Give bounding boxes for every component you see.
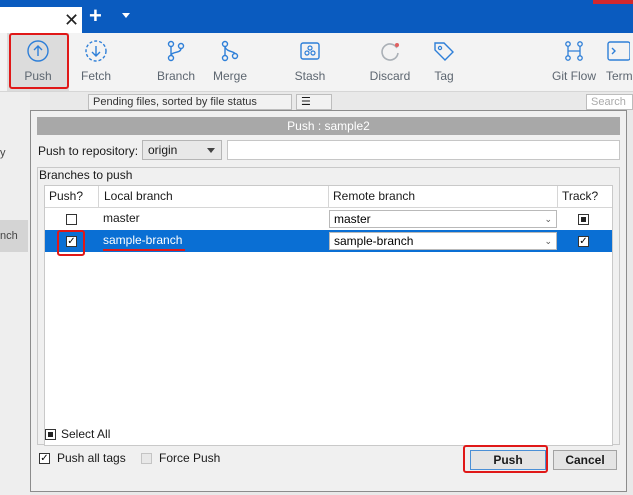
tag-label: Tag — [434, 69, 454, 83]
push-button[interactable]: Push — [7, 33, 69, 91]
gitflow-button[interactable]: Git Flow — [546, 33, 602, 91]
chevron-down-icon: ⌄ — [544, 214, 552, 224]
sidebar-text: y — [0, 147, 6, 159]
merge-button[interactable]: Merge — [204, 33, 256, 91]
cancel-button[interactable]: Cancel — [553, 450, 617, 470]
repo-select[interactable]: origin — [142, 140, 222, 160]
fetch-label: Fetch — [80, 69, 111, 83]
push-all-tags-label: Push all tags — [57, 451, 126, 465]
column-remote-branch[interactable]: Remote branch — [329, 186, 558, 207]
table-row[interactable]: master master ⌄ — [45, 208, 612, 230]
repo-tab[interactable]: ✕ — [0, 7, 82, 33]
tag-button[interactable]: Tag — [418, 33, 470, 91]
tag-icon — [434, 42, 454, 61]
remote-branch-value: master — [334, 212, 371, 226]
push-checkbox[interactable] — [66, 214, 77, 225]
stash-label: Stash — [294, 69, 326, 83]
annotation-highlight — [57, 230, 85, 256]
repo-url-field[interactable] — [227, 140, 620, 160]
sidebar: y nch — [0, 92, 30, 495]
file-sort-dropdown[interactable]: Pending files, sorted by file status — [88, 94, 292, 110]
discard-button[interactable]: Discard — [364, 33, 416, 91]
discard-icon — [381, 43, 399, 61]
push-dialog: Push : sample2 Push to repository: origi… — [30, 110, 627, 492]
window-close-edge[interactable] — [593, 0, 633, 4]
terminal-icon — [607, 41, 630, 61]
fetch-icon — [85, 40, 107, 62]
local-branch-name: sample-branch — [103, 233, 183, 247]
select-all-label: Select All — [61, 427, 111, 441]
view-menu-button[interactable]: ☰ — [296, 94, 332, 110]
repo-select-value: origin — [148, 143, 178, 157]
push-all-tags-checkbox[interactable]: ✓ — [39, 453, 50, 464]
force-push-checkbox[interactable] — [141, 453, 152, 464]
select-all-checkbox[interactable] — [45, 429, 56, 440]
remote-branch-value: sample-branch — [334, 234, 414, 248]
search-input[interactable]: Search — [586, 94, 633, 110]
branch-button[interactable]: Branch — [150, 33, 202, 91]
force-push-label: Force Push — [159, 451, 221, 465]
toolbar: Push Fetch Branch Merge Stash Discard Ta… — [0, 33, 633, 92]
branches-table: Push? Local branch Remote branch Track? … — [44, 185, 613, 446]
discard-label: Discard — [369, 69, 411, 83]
chevron-down-icon — [207, 148, 215, 153]
gitflow-label: Git Flow — [551, 69, 596, 83]
remote-branch-select[interactable]: sample-branch ⌄ — [329, 232, 557, 250]
merge-label: Merge — [212, 69, 247, 83]
stash-button[interactable]: Stash — [284, 33, 336, 91]
track-checkbox[interactable] — [578, 214, 589, 225]
branch-icon — [167, 40, 185, 62]
repo-label: Push to repository: — [38, 144, 139, 158]
push-confirm-button[interactable]: Push — [470, 450, 546, 470]
branch-label: Branch — [156, 69, 196, 83]
remote-branch-select[interactable]: master ⌄ — [329, 210, 557, 228]
gitflow-icon — [565, 41, 583, 61]
track-checkbox[interactable]: ✓ — [578, 236, 589, 247]
column-push[interactable]: Push? — [45, 186, 99, 207]
dialog-title: Push : sample2 — [37, 117, 620, 135]
column-local-branch[interactable]: Local branch — [99, 186, 329, 207]
annotation-underline — [103, 249, 185, 251]
close-tab-icon[interactable]: ✕ — [64, 10, 79, 30]
merge-icon — [221, 40, 239, 62]
tab-bar: ✕ + — [0, 0, 633, 33]
table-header: Push? Local branch Remote branch Track? — [45, 186, 612, 208]
sidebar-text: nch — [0, 230, 18, 242]
terminal-label: Term — [606, 69, 633, 83]
terminal-button[interactable]: Term — [604, 33, 633, 91]
add-tab-icon[interactable]: + — [89, 5, 102, 27]
fetch-button[interactable]: Fetch — [70, 33, 122, 91]
local-branch-name: master — [103, 211, 140, 225]
stash-icon — [300, 42, 320, 60]
column-track[interactable]: Track? — [558, 186, 612, 207]
tab-menu-chevron-icon[interactable] — [122, 13, 130, 18]
branches-group-label: Branches to push — [39, 168, 133, 182]
chevron-down-icon: ⌄ — [544, 236, 552, 246]
annotation-highlight — [9, 33, 69, 89]
